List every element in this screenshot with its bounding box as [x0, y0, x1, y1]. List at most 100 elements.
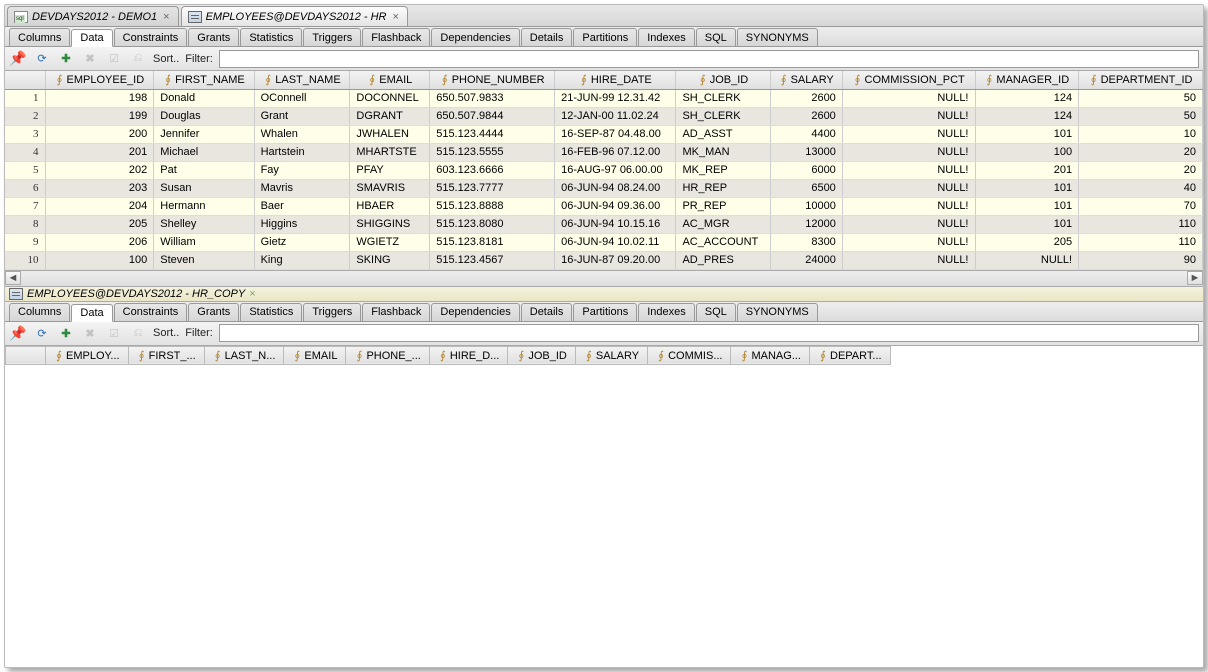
column-header-last_name[interactable]: ∮LAST_NAME: [254, 71, 350, 89]
table-row[interactable]: 3200JenniferWhalenJWHALEN515.123.444416-…: [5, 125, 1203, 143]
row-number-cell[interactable]: 7: [5, 197, 45, 215]
column-header[interactable]: ∮DEPART...: [810, 346, 891, 364]
sub-tab-synonyms[interactable]: SYNONYMS: [737, 28, 818, 46]
cell-last_name[interactable]: Whalen: [254, 125, 350, 143]
cell-manager_id[interactable]: 124: [975, 107, 1079, 125]
cell-salary[interactable]: 8300: [770, 233, 842, 251]
insert-row-icon[interactable]: ✚: [57, 324, 75, 342]
cell-hire_date[interactable]: 21-JUN-99 12.31.42: [555, 89, 676, 107]
cell-salary[interactable]: 24000: [770, 251, 842, 269]
table-row[interactable]: 1198DonaldOConnellDOCONNEL650.507.983321…: [5, 89, 1203, 107]
insert-row-icon[interactable]: ✚: [57, 50, 75, 68]
column-header[interactable]: ∮EMPLOY...: [46, 346, 129, 364]
sub-tab-statistics[interactable]: Statistics: [240, 303, 302, 321]
rollback-icon[interactable]: ⎌: [129, 324, 147, 342]
cell-first_name[interactable]: Pat: [154, 161, 254, 179]
cell-first_name[interactable]: William: [154, 233, 254, 251]
column-header-first_name[interactable]: ∮FIRST_NAME: [154, 71, 254, 89]
cell-last_name[interactable]: Baer: [254, 197, 350, 215]
table-row[interactable]: 9206WilliamGietzWGIETZ515.123.818106-JUN…: [5, 233, 1203, 251]
sub-tab-grants[interactable]: Grants: [188, 303, 239, 321]
cell-manager_id[interactable]: NULL!: [975, 251, 1079, 269]
cell-commission_pct[interactable]: NULL!: [842, 251, 975, 269]
cell-commission_pct[interactable]: NULL!: [842, 179, 975, 197]
table-row[interactable]: 2199DouglasGrantDGRANT650.507.984412-JAN…: [5, 107, 1203, 125]
cell-commission_pct[interactable]: NULL!: [842, 125, 975, 143]
bottom-pane-tab[interactable]: EMPLOYEES@DEVDAYS2012 - HR_COPY ×: [5, 286, 1203, 302]
sub-tab-data[interactable]: Data: [71, 304, 112, 322]
cell-first_name[interactable]: Michael: [154, 143, 254, 161]
table-row[interactable]: 8205ShelleyHigginsSHIGGINS515.123.808006…: [5, 215, 1203, 233]
cell-manager_id[interactable]: 101: [975, 125, 1079, 143]
cell-phone_number[interactable]: 515.123.4567: [430, 251, 555, 269]
sub-tab-sql[interactable]: SQL: [696, 303, 736, 321]
cell-phone_number[interactable]: 515.123.8888: [430, 197, 555, 215]
cell-hire_date[interactable]: 06-JUN-94 09.36.00: [555, 197, 676, 215]
cell-first_name[interactable]: Steven: [154, 251, 254, 269]
sub-tab-columns[interactable]: Columns: [9, 303, 70, 321]
cell-hire_date[interactable]: 06-JUN-94 10.15.16: [555, 215, 676, 233]
cell-email[interactable]: PFAY: [350, 161, 430, 179]
cell-email[interactable]: HBAER: [350, 197, 430, 215]
column-header[interactable]: ∮EMAIL: [284, 346, 346, 364]
sub-tab-dependencies[interactable]: Dependencies: [431, 28, 519, 46]
sort-button[interactable]: Sort..: [153, 53, 179, 65]
cell-email[interactable]: DGRANT: [350, 107, 430, 125]
cell-job_id[interactable]: MK_REP: [676, 161, 770, 179]
cell-last_name[interactable]: Higgins: [254, 215, 350, 233]
cell-email[interactable]: JWHALEN: [350, 125, 430, 143]
cell-job_id[interactable]: MK_MAN: [676, 143, 770, 161]
close-icon[interactable]: ×: [249, 288, 255, 300]
rollback-icon[interactable]: ⎌: [129, 50, 147, 68]
delete-row-icon[interactable]: ✖: [81, 324, 99, 342]
cell-commission_pct[interactable]: NULL!: [842, 215, 975, 233]
sub-tab-details[interactable]: Details: [521, 303, 573, 321]
cell-manager_id[interactable]: 101: [975, 179, 1079, 197]
cell-first_name[interactable]: Hermann: [154, 197, 254, 215]
cell-manager_id[interactable]: 100: [975, 143, 1079, 161]
column-header-manager_id[interactable]: ∮MANAGER_ID: [975, 71, 1079, 89]
column-header-commission_pct[interactable]: ∮COMMISSION_PCT: [842, 71, 975, 89]
row-number-cell[interactable]: 9: [5, 233, 45, 251]
sub-tab-triggers[interactable]: Triggers: [303, 303, 361, 321]
cell-commission_pct[interactable]: NULL!: [842, 143, 975, 161]
cell-employee_id[interactable]: 204: [45, 197, 154, 215]
cell-phone_number[interactable]: 650.507.9833: [430, 89, 555, 107]
cell-department_id[interactable]: 10: [1079, 125, 1203, 143]
table-row[interactable]: 5202PatFayPFAY603.123.666616-AUG-97 06.0…: [5, 161, 1203, 179]
row-number-cell[interactable]: 8: [5, 215, 45, 233]
column-header[interactable]: ∮LAST_N...: [204, 346, 284, 364]
cell-department_id[interactable]: 50: [1079, 89, 1203, 107]
sub-tab-flashback[interactable]: Flashback: [362, 28, 430, 46]
cell-salary[interactable]: 6000: [770, 161, 842, 179]
cell-manager_id[interactable]: 124: [975, 89, 1079, 107]
row-number-cell[interactable]: 5: [5, 161, 45, 179]
table-row[interactable]: 7204HermannBaerHBAER515.123.888806-JUN-9…: [5, 197, 1203, 215]
cell-salary[interactable]: 2600: [770, 89, 842, 107]
column-header-employee_id[interactable]: ∮EMPLOYEE_ID: [45, 71, 154, 89]
cell-department_id[interactable]: 110: [1079, 233, 1203, 251]
cell-employee_id[interactable]: 206: [45, 233, 154, 251]
column-header[interactable]: ∮COMMIS...: [648, 346, 731, 364]
column-header-department_id[interactable]: ∮DEPARTMENT_ID: [1079, 71, 1203, 89]
cell-email[interactable]: MHARTSTE: [350, 143, 430, 161]
cell-job_id[interactable]: SH_CLERK: [676, 89, 770, 107]
column-header-hire_date[interactable]: ∮HIRE_DATE: [555, 71, 676, 89]
cell-phone_number[interactable]: 650.507.9844: [430, 107, 555, 125]
pin-icon[interactable]: 📌: [9, 50, 27, 68]
hr-copy-data-grid[interactable]: ∮EMPLOY...∮FIRST_...∮LAST_N...∮EMAIL∮PHO…: [5, 346, 891, 365]
sub-tab-partitions[interactable]: Partitions: [573, 28, 637, 46]
cell-department_id[interactable]: 90: [1079, 251, 1203, 269]
table-row[interactable]: 4201MichaelHartsteinMHARTSTE515.123.5555…: [5, 143, 1203, 161]
cell-phone_number[interactable]: 603.123.6666: [430, 161, 555, 179]
cell-job_id[interactable]: HR_REP: [676, 179, 770, 197]
sub-tab-sql[interactable]: SQL: [696, 28, 736, 46]
cell-commission_pct[interactable]: NULL!: [842, 161, 975, 179]
column-header-phone_number[interactable]: ∮PHONE_NUMBER: [430, 71, 555, 89]
cell-phone_number[interactable]: 515.123.8181: [430, 233, 555, 251]
cell-employee_id[interactable]: 200: [45, 125, 154, 143]
sub-tab-flashback[interactable]: Flashback: [362, 303, 430, 321]
cell-hire_date[interactable]: 16-JUN-87 09.20.00: [555, 251, 676, 269]
cell-first_name[interactable]: Shelley: [154, 215, 254, 233]
cell-phone_number[interactable]: 515.123.4444: [430, 125, 555, 143]
